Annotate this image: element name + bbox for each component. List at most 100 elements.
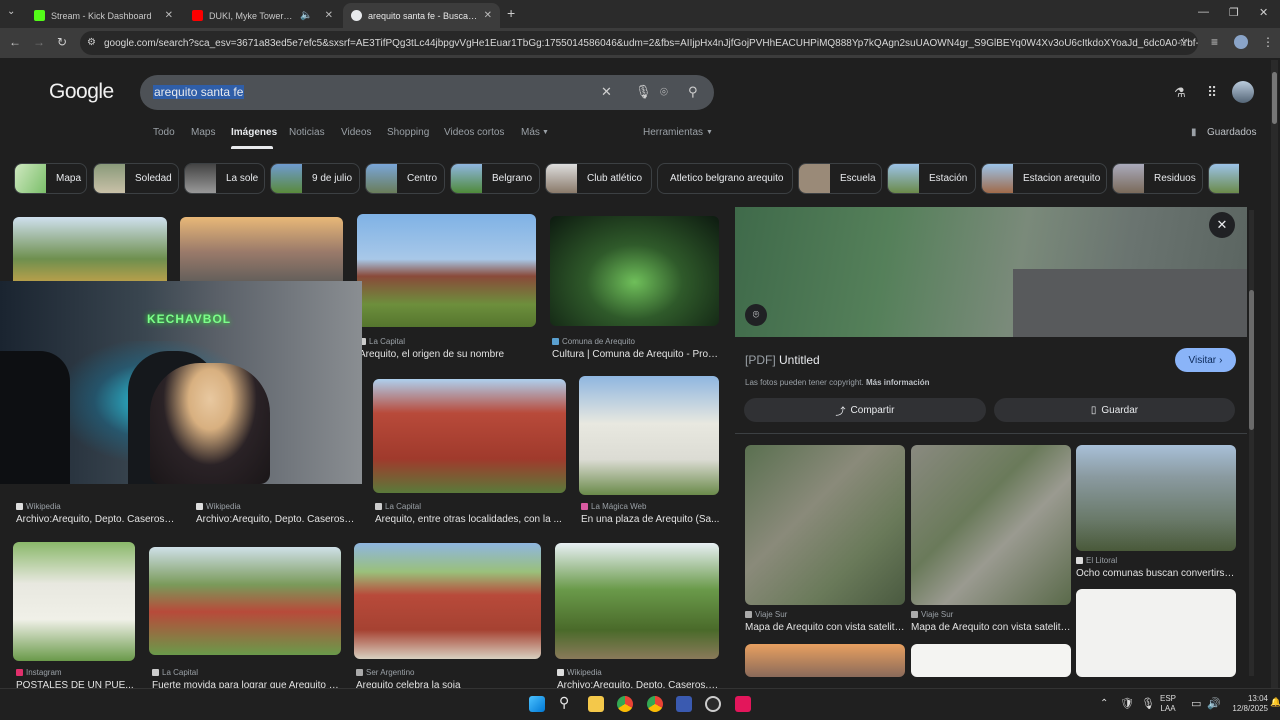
- result-caption[interactable]: Ocho comunas buscan convertirse...: [1076, 568, 1236, 579]
- result-image[interactable]: [357, 214, 536, 327]
- panel-scrollbar[interactable]: [1249, 210, 1254, 676]
- lens-search-icon[interactable]: ⌾: [745, 304, 767, 326]
- result-caption[interactable]: Archivo:Arequito, Depto. Caseros, ...: [196, 514, 356, 525]
- tiktok-icon[interactable]: [735, 696, 751, 712]
- result-caption[interactable]: En una plaza de Arequito (Sa...: [581, 514, 721, 525]
- page-scrollbar[interactable]: [1271, 60, 1278, 688]
- chip-soledad[interactable]: Soledad: [93, 163, 179, 194]
- back-icon[interactable]: ←: [9, 35, 21, 49]
- restore-icon[interactable]: ❐: [1229, 6, 1239, 19]
- profile-avatar[interactable]: [1234, 35, 1248, 49]
- result-caption[interactable]: Arequito, entre otras localidades, con l…: [375, 514, 565, 525]
- speaker-icon[interactable]: 🔈: [300, 10, 312, 21]
- chip-atletico-belgrano-arequito[interactable]: Atletico belgrano arequito: [657, 163, 793, 194]
- tab-youtube[interactable]: DUKI, Myke Towers - Nueva 🔈 ✕: [184, 3, 341, 28]
- preview-image[interactable]: [735, 207, 1247, 337]
- result-caption[interactable]: Mapa de Arequito con vista satelita...: [745, 622, 905, 633]
- related-map-image[interactable]: [1076, 589, 1236, 677]
- result-image[interactable]: [579, 376, 719, 495]
- chip-centro[interactable]: Centro: [365, 163, 445, 194]
- tab-todo[interactable]: Todo: [153, 127, 175, 138]
- close-panel-button[interactable]: ✕: [1209, 212, 1235, 238]
- result-image[interactable]: [13, 542, 135, 661]
- tab-noticias[interactable]: Noticias: [289, 127, 325, 138]
- result-caption[interactable]: Arequito, el origen de su nombre: [359, 349, 539, 360]
- close-icon[interactable]: ✕: [165, 10, 173, 21]
- apps-grid-icon[interactable]: ⠿: [1207, 84, 1217, 101]
- mic-tray-icon[interactable]: 🎙: [1141, 697, 1155, 710]
- visit-button[interactable]: Visitar ›: [1175, 348, 1236, 372]
- result-image[interactable]: [13, 217, 167, 287]
- result-image[interactable]: [149, 547, 341, 655]
- app-icon[interactable]: [676, 696, 692, 712]
- volume-tray-icon[interactable]: 🔊: [1207, 697, 1221, 710]
- reload-icon[interactable]: ↻: [57, 35, 67, 49]
- more-info-link[interactable]: Más información: [866, 378, 930, 387]
- chip-estacion[interactable]: Estación: [887, 163, 976, 194]
- microphone-icon[interactable]: 🎙: [635, 84, 652, 100]
- chip-mapa[interactable]: Mapa: [14, 163, 87, 194]
- lens-camera-icon[interactable]: ⌾: [660, 84, 668, 100]
- tab-videos[interactable]: Videos: [341, 127, 371, 138]
- notification-bell-icon[interactable]: 🔔: [1270, 697, 1280, 708]
- tab-maps[interactable]: Maps: [191, 127, 215, 138]
- windows-start-icon[interactable]: [529, 696, 545, 712]
- new-tab-button[interactable]: +: [507, 5, 515, 21]
- result-caption[interactable]: Mapa de Arequito con vista satelita...: [911, 622, 1071, 633]
- chip-club-atletico[interactable]: Club atlético: [545, 163, 652, 194]
- tab-kick-dashboard[interactable]: Stream - Kick Dashboard ✕: [26, 3, 181, 28]
- tab-mas[interactable]: Más: [521, 127, 540, 138]
- display-tray-icon[interactable]: ▭: [1191, 697, 1201, 710]
- page-scrollbar-thumb[interactable]: [1272, 72, 1277, 124]
- chrome-profile-icon[interactable]: [647, 696, 663, 712]
- search-input[interactable]: arequito santa fe ✕ 🎙 ⌾ ⚲: [140, 75, 714, 110]
- tab-shopping[interactable]: Shopping: [387, 127, 429, 138]
- window-close-icon[interactable]: ✕: [1259, 6, 1268, 19]
- result-caption[interactable]: Cultura | Comuna de Arequito - Prov...: [552, 349, 720, 360]
- tab-search-icon[interactable]: ⌄: [7, 6, 15, 17]
- tab-imagenes[interactable]: Imágenes: [231, 127, 277, 138]
- account-avatar[interactable]: [1232, 81, 1254, 103]
- close-icon[interactable]: ✕: [325, 10, 333, 21]
- clock[interactable]: 13:04 12/8/2025: [1224, 694, 1268, 714]
- chip-la-sole[interactable]: La sole: [184, 163, 265, 194]
- bookmark-star-icon[interactable]: ☆: [1178, 35, 1189, 49]
- saved-button[interactable]: Guardados: [1207, 127, 1256, 138]
- tools-button[interactable]: Herramientas: [643, 127, 703, 138]
- browser-menu-icon[interactable]: ⋮: [1262, 35, 1274, 49]
- chrome-icon[interactable]: [617, 696, 633, 712]
- chip-9-de-julio[interactable]: 9 de julio: [270, 163, 360, 194]
- reading-list-icon[interactable]: ≡: [1211, 35, 1218, 49]
- address-bar[interactable]: google.com/search?sca_esv=3671a83ed5e7ef…: [80, 31, 1198, 55]
- tab-videos-cortos[interactable]: Videos cortos: [444, 127, 504, 138]
- language-indicator[interactable]: ESP LAA: [1160, 694, 1176, 714]
- minimize-icon[interactable]: —: [1198, 6, 1209, 18]
- related-image[interactable]: [745, 445, 905, 605]
- search-query[interactable]: arequito santa fe: [153, 85, 245, 99]
- related-image[interactable]: [911, 644, 1071, 677]
- search-icon[interactable]: ⚲: [688, 84, 698, 100]
- related-image[interactable]: [911, 445, 1071, 605]
- obs-icon[interactable]: [705, 696, 721, 712]
- clear-icon[interactable]: ✕: [601, 84, 612, 100]
- result-image[interactable]: [555, 543, 719, 659]
- chip-a[interactable]: A: [1208, 163, 1239, 194]
- result-image[interactable]: [373, 379, 566, 493]
- labs-flask-icon[interactable]: ⚗: [1174, 85, 1186, 101]
- result-image[interactable]: [354, 543, 541, 659]
- forward-icon[interactable]: →: [33, 35, 45, 49]
- related-image[interactable]: [745, 644, 905, 677]
- chip-estacion-arequito[interactable]: Estacion arequito: [981, 163, 1107, 194]
- related-image[interactable]: [1076, 445, 1236, 551]
- close-icon[interactable]: ✕: [484, 10, 492, 21]
- share-button[interactable]: ⤴ Compartir: [744, 398, 986, 422]
- chip-escuela[interactable]: Escuela: [798, 163, 882, 194]
- file-explorer-icon[interactable]: [588, 696, 604, 712]
- chip-belgrano[interactable]: Belgrano: [450, 163, 540, 194]
- search-icon[interactable]: ⚲: [559, 694, 575, 710]
- google-logo[interactable]: Google: [49, 80, 114, 104]
- tab-google-search[interactable]: arequito santa fe - Buscar con G ✕: [343, 3, 500, 28]
- site-info-icon[interactable]: ⚙: [87, 37, 96, 48]
- panel-scrollbar-thumb[interactable]: [1249, 290, 1254, 430]
- save-button[interactable]: ▯ Guardar: [994, 398, 1235, 422]
